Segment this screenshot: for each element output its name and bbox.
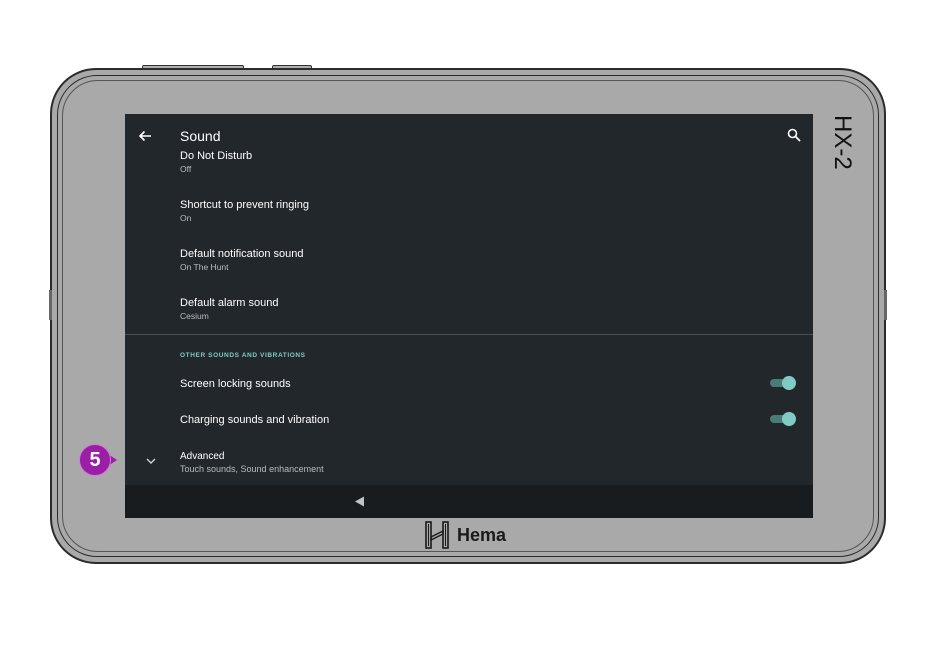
settings-item-subtitle: On The Hunt (180, 262, 229, 272)
chevron-down-icon[interactable] (145, 455, 157, 467)
tablet-screen: Sound Do Not Disturb Off Shortcut to pre… (125, 114, 813, 518)
settings-item-title: Default notification sound (180, 248, 304, 260)
search-icon[interactable] (787, 128, 801, 142)
brand-name: Hema (457, 524, 507, 545)
settings-item-subtitle: Touch sounds, Sound enhancement (180, 464, 324, 474)
section-divider (125, 334, 813, 335)
settings-item-title: Shortcut to prevent ringing (180, 199, 310, 211)
settings-item-do-not-disturb[interactable]: Do Not Disturb Off (180, 150, 252, 175)
settings-item-subtitle: On (180, 213, 192, 223)
settings-item-notification-sound[interactable]: Default notification sound On The Hunt (180, 248, 304, 273)
settings-item-screen-locking-sounds[interactable]: Screen locking sounds (180, 378, 291, 391)
nav-back-icon[interactable] (354, 496, 365, 507)
page-title: Sound (180, 128, 221, 144)
brand-logo-group: Hema (425, 521, 506, 549)
settings-item-subtitle: Off (180, 164, 192, 174)
hema-logo-icon (425, 521, 449, 549)
toggle-thumb (782, 376, 796, 390)
arrow-back-icon[interactable] (137, 128, 153, 144)
toggle-thumb (782, 412, 796, 426)
side-key-left (49, 290, 52, 320)
settings-item-alarm-sound[interactable]: Default alarm sound Cesium (180, 297, 278, 322)
settings-item-charging-sounds[interactable]: Charging sounds and vibration (180, 414, 329, 427)
side-key-right (884, 290, 887, 320)
charging-sounds-toggle[interactable] (770, 412, 796, 426)
step-callout: 5 (79, 444, 117, 478)
model-label: HX-2 (829, 115, 858, 170)
settings-item-advanced[interactable]: Advanced Touch sounds, Sound enhancement (180, 450, 324, 475)
screen-locking-toggle[interactable] (770, 376, 796, 390)
settings-item-title: Charging sounds and vibration (180, 414, 330, 426)
section-header: OTHER SOUNDS AND VIBRATIONS (180, 352, 306, 359)
model-text: HX-2 (829, 115, 856, 170)
settings-item-title: Screen locking sounds (180, 378, 291, 390)
settings-item-title: Default alarm sound (180, 297, 279, 309)
settings-item-prevent-ringing[interactable]: Shortcut to prevent ringing On (180, 199, 309, 224)
settings-item-title: Do Not Disturb (180, 150, 253, 162)
settings-item-title: Advanced (180, 451, 225, 462)
callout-number: 5 (89, 449, 101, 471)
settings-item-subtitle: Cesium (180, 311, 209, 321)
system-nav-bar (125, 485, 813, 518)
